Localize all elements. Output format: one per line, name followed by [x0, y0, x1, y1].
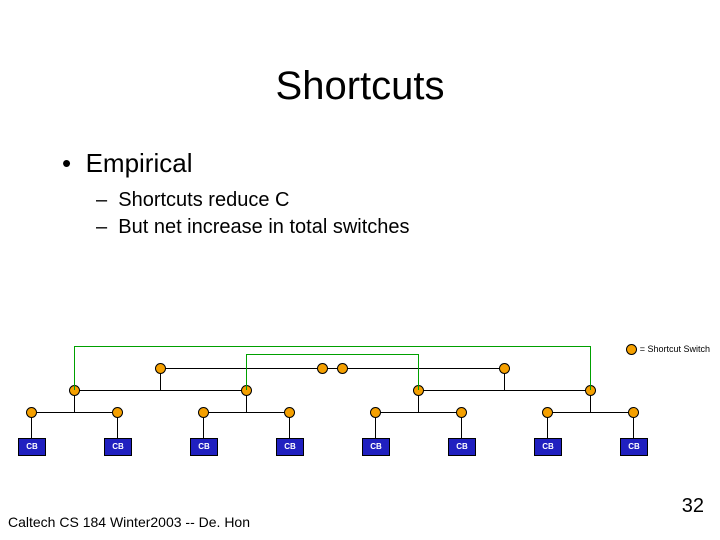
- cb-block: CB: [18, 438, 46, 456]
- sub-bullet: – Shortcuts reduce C: [96, 189, 410, 212]
- switch-icon: [284, 407, 295, 418]
- shortcut-diagram: = Shortcut Switch CB CB CB CB CB CB CB CB: [6, 330, 714, 460]
- switch-icon: [198, 407, 209, 418]
- bullet-main: • Empirical: [62, 148, 410, 179]
- cb-block: CB: [104, 438, 132, 456]
- switch-icon: [317, 363, 328, 374]
- cb-block: CB: [190, 438, 218, 456]
- switch-icon: [456, 407, 467, 418]
- switch-icon: [155, 363, 166, 374]
- switch-icon: [337, 363, 348, 374]
- page-number: 32: [682, 495, 704, 518]
- cb-block: CB: [448, 438, 476, 456]
- cb-block: CB: [534, 438, 562, 456]
- cb-block: CB: [276, 438, 304, 456]
- legend-switch-icon: [626, 344, 637, 355]
- cb-block: CB: [620, 438, 648, 456]
- switch-icon: [370, 407, 381, 418]
- cb-block: CB: [362, 438, 390, 456]
- switch-icon: [26, 407, 37, 418]
- bullet-list: • Empirical – Shortcuts reduce C – But n…: [62, 148, 410, 239]
- switch-icon: [499, 363, 510, 374]
- sub-bullet: – But net increase in total switches: [96, 216, 410, 239]
- footer-text: Caltech CS 184 Winter2003 -- De. Hon: [8, 514, 250, 530]
- switch-icon: [628, 407, 639, 418]
- legend-text: = Shortcut Switch: [640, 344, 710, 354]
- switch-icon: [542, 407, 553, 418]
- legend: = Shortcut Switch: [626, 344, 710, 355]
- slide-title: Shortcuts: [0, 64, 720, 109]
- switch-icon: [112, 407, 123, 418]
